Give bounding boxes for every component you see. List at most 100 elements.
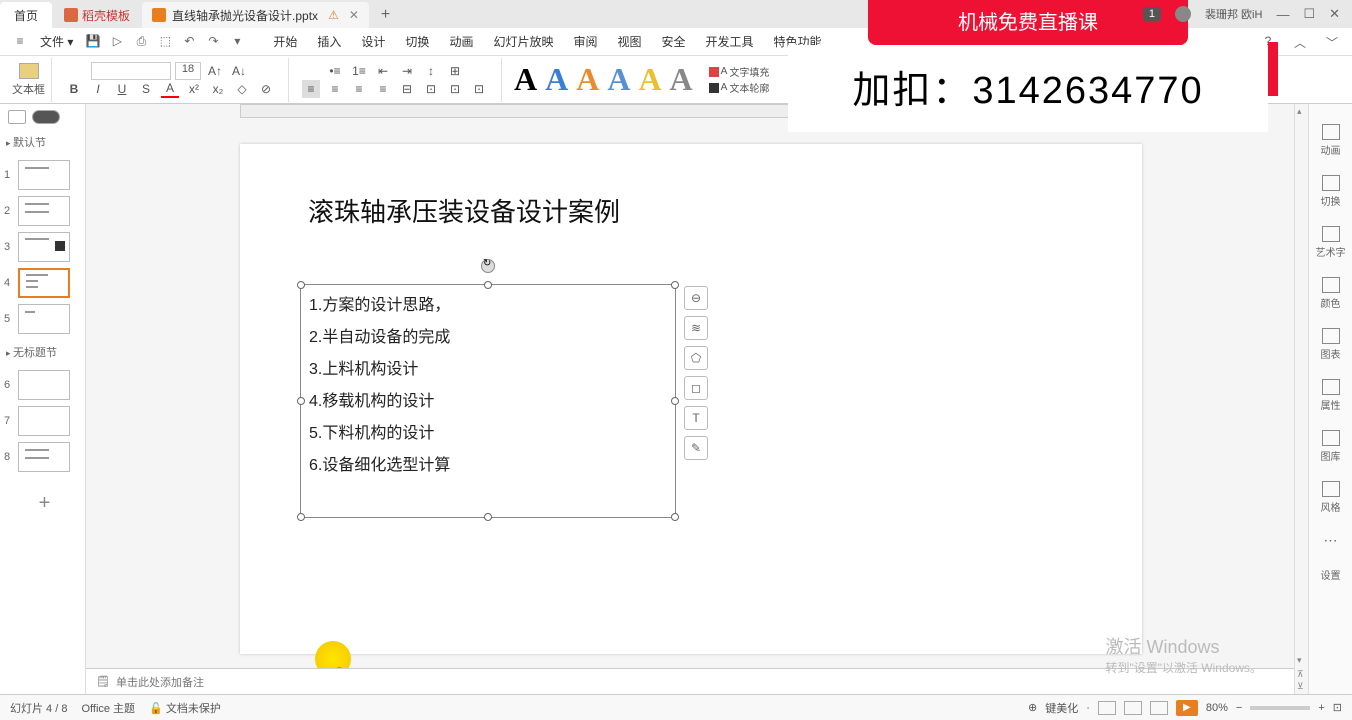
text-line[interactable]: 1.方案的设计思路， [301,285,675,317]
columns-button[interactable]: ⊟ [398,80,416,98]
strike-button[interactable]: S [137,80,155,98]
rs-chart[interactable]: 图表 [1321,328,1341,361]
rs-property[interactable]: 属性 [1321,379,1341,412]
handle-tr[interactable] [671,281,679,289]
zoom-out-icon[interactable]: − [1236,702,1242,714]
notif-badge[interactable]: 1 [1143,7,1161,21]
align-center-button[interactable]: ≡ [326,80,344,98]
beautify-button[interactable]: 键美化 [1045,700,1078,716]
list3-button[interactable]: ⊡ [470,80,488,98]
handle-tm[interactable] [484,281,492,289]
text-outline-button[interactable]: A文本轮廓 [709,80,770,95]
text-box-selected[interactable]: 1.方案的设计思路， 2.半自动设备的完成 3.上料机构设计 4.移载机构的设计… [300,284,676,518]
ribbon-tab-view[interactable]: 视图 [607,29,651,54]
bold-button[interactable]: B [65,80,83,98]
play-button[interactable]: ▶ [1176,700,1198,716]
rotate-handle[interactable] [481,259,495,273]
subscript-button[interactable]: x₂ [209,80,227,98]
vertical-scrollbar[interactable]: ▴ ▾ ⊼ ⊻ [1294,104,1308,694]
rs-more[interactable]: ⋯ [1324,532,1338,549]
close-icon[interactable]: ✕ [349,8,359,22]
view-sorter-icon[interactable] [1124,701,1142,715]
scan-icon[interactable]: ⬚ [157,34,173,50]
collapse-tool-icon[interactable]: ⊖ [684,286,708,310]
slide-thumb-1[interactable] [18,160,70,190]
menu-icon[interactable]: ≡ [12,34,28,50]
eyedropper-tool-icon[interactable]: ✎ [684,436,708,460]
next-slide-icon[interactable]: ⊻ [1297,681,1304,692]
maximize-icon[interactable]: ☐ [1303,6,1315,22]
ribbon-tab-start[interactable]: 开始 [263,29,307,54]
ribbon-tab-animation[interactable]: 动画 [439,29,483,54]
crop-tool-icon[interactable]: ◻ [684,376,708,400]
clear-format-button[interactable]: ⊘ [257,80,275,98]
rs-animation[interactable]: 动画 [1321,124,1341,157]
ribbon-tab-transition[interactable]: 切换 [395,29,439,54]
text-line[interactable]: 2.半自动设备的完成 [301,317,675,349]
font-name-input[interactable] [91,62,171,80]
handle-bl[interactable] [297,513,305,521]
section-1[interactable]: 默认节 [4,130,85,154]
dropdown-icon[interactable]: ▾ [229,34,245,50]
handle-ml[interactable] [297,397,305,405]
file-menu[interactable]: 文件 ▾ [32,31,81,52]
thumb-view-icon[interactable] [32,110,60,124]
rs-wordart[interactable]: 艺术字 [1316,226,1346,259]
tab-template[interactable]: 稻壳模板 [54,2,140,28]
outline-view-icon[interactable] [8,110,26,124]
status-protect[interactable]: 🔓 文档未保护 [149,700,221,716]
undo-icon[interactable]: ↶ [181,34,197,50]
slide-thumb-6[interactable] [18,370,70,400]
zoom-slider[interactable] [1250,706,1310,710]
prev-slide-icon[interactable]: ⊼ [1297,669,1304,680]
indent-dec-button[interactable]: ⇤ [374,62,392,80]
textbox-group[interactable]: 文本框 [6,58,52,102]
align-left-button[interactable]: ≡ [302,80,320,98]
bullets-button[interactable]: •≡ [326,62,344,80]
avatar[interactable] [1175,6,1191,22]
layers-tool-icon[interactable]: ≋ [684,316,708,340]
rs-color[interactable]: 颜色 [1321,277,1341,310]
tab-home[interactable]: 首页 [0,2,52,28]
numbering-button[interactable]: 1≡ [350,62,368,80]
align-right-button[interactable]: ≡ [350,80,368,98]
handle-bm[interactable] [484,513,492,521]
text-direction-button[interactable]: ⊞ [446,62,464,80]
slide-thumb-8[interactable] [18,442,70,472]
tab-file[interactable]: 直线轴承抛光设备设计.pptx⚠✕ [142,2,369,28]
scroll-down-icon[interactable]: ▾ [1297,655,1302,666]
zoom-value[interactable]: 80% [1206,702,1228,714]
rs-gallery[interactable]: 图库 [1321,430,1341,463]
wordart-style-2[interactable]: A [545,61,568,98]
wordart-style-4[interactable]: A [607,61,630,98]
wordart-style-1[interactable]: A [514,61,537,98]
italic-button[interactable]: I [89,80,107,98]
superscript-button[interactable]: x² [185,80,203,98]
canvas[interactable]: 滚珠轴承压装设备设计案例 1.方案的设计思路， 2.半自动设备的完成 3.上料机… [86,104,1294,694]
ribbon-tab-dev[interactable]: 开发工具 [696,29,764,54]
line-spacing-button[interactable]: ↕ [422,62,440,80]
text-fill-button[interactable]: A文字填充 [709,64,770,79]
view-normal-icon[interactable] [1098,701,1116,715]
redo-icon[interactable]: ↷ [205,34,221,50]
zoom-in-icon[interactable]: + [1318,702,1324,714]
scroll-up-icon[interactable]: ▴ [1297,106,1302,117]
shape-tool-icon[interactable]: ⬠ [684,346,708,370]
slide-thumb-2[interactable] [18,196,70,226]
slide-thumb-3[interactable] [18,232,70,262]
add-slide-button[interactable]: + [4,492,85,515]
handle-mr[interactable] [671,397,679,405]
wordart-style-5[interactable]: A [638,61,661,98]
text-tool-icon[interactable]: T [684,406,708,430]
ribbon-tab-security[interactable]: 安全 [652,29,696,54]
font-grow-icon[interactable]: A↑ [206,62,224,80]
slide-thumb-4[interactable] [18,268,70,298]
handle-br[interactable] [671,513,679,521]
rs-style[interactable]: 风格 [1321,481,1341,514]
minimize-icon[interactable]: — [1276,7,1289,22]
rs-settings[interactable]: 设置 [1321,567,1341,582]
wordart-style-3[interactable]: A [576,61,599,98]
save-icon[interactable]: 💾 [85,34,101,50]
slide-editor[interactable]: 滚珠轴承压装设备设计案例 1.方案的设计思路， 2.半自动设备的完成 3.上料机… [240,144,1142,654]
ribbon-tab-insert[interactable]: 插入 [307,29,351,54]
